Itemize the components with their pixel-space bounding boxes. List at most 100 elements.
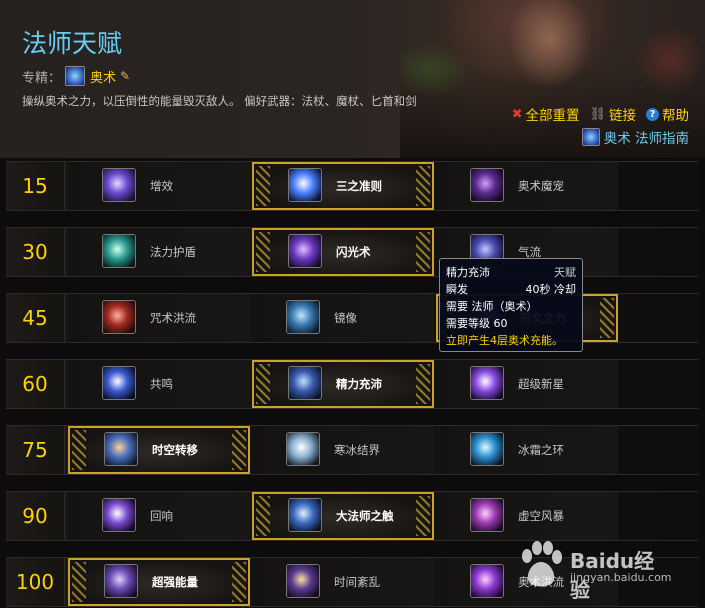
talent-cell[interactable]: 增效 [68,162,250,210]
header-actions: ✖ 全部重置 ⛓ 链接 ? 帮助 [502,104,689,125]
talent-tooltip: 精力充沛 天赋 瞬发 40秒 冷却 需要 法师（奥术） 需要等级 60 立即产生… [439,258,583,352]
talent-name: 回响 [150,509,173,523]
tooltip-header: 精力充沛 天赋 [446,264,576,281]
talent-cell[interactable]: 精力充沛 [252,360,434,408]
guide-label: 奥术 法师指南 [603,131,689,147]
tooltip-cast: 瞬发 [446,283,468,296]
talent-cell[interactable]: 冰霜之环 [436,426,618,474]
talent-row-level: 30 [6,228,65,276]
close-icon: ✖ [511,106,523,122]
incanters-flow-icon [102,300,136,334]
nether-tempest-icon [470,498,504,532]
tooltip-talent-name: 精力充沛 [446,266,490,279]
talent-name: 精力充沛 [336,377,382,391]
shimmer-icon [288,234,322,268]
talent-cell[interactable]: 虚空风暴 [436,492,618,540]
spec-row: 专精： 奥术 ✎ [22,66,130,86]
talent-name: 超强能量 [152,575,198,589]
tooltip-class-req: 需要 法师（奥术） [446,298,576,315]
talent-cell[interactable]: 奥术魔宠 [436,162,618,210]
tooltip-effect: 立即产生4层奥术充能。 [446,334,563,347]
temporal-flux-icon [286,564,320,598]
help-label: 帮助 [662,108,689,124]
talent-row: 15 增效 三之准则 奥术魔宠 [6,161,699,211]
talent-name: 大法师之触 [336,509,394,523]
reset-all-label: 全部重置 [525,108,580,124]
talent-cell[interactable]: 回响 [68,492,250,540]
evocation-icon [102,168,136,202]
talent-name: 增效 [150,179,173,193]
spec-description: 操纵奥术之力，以压倒性的能量毁灭敌人。 偏好武器：法杖、魔杖、匕首和剑 [22,94,417,108]
talent-cell[interactable]: 共鸣 [68,360,250,408]
talent-name: 时空转移 [152,443,198,457]
talent-row-level: 75 [6,426,65,474]
talent-row-level: 100 [6,558,65,606]
edit-quill-icon[interactable]: ✎ [120,69,130,83]
talent-name: 虚空风暴 [518,509,564,523]
talent-cell[interactable]: 时间紊乱 [252,558,434,606]
talent-name: 咒术洪流 [150,311,196,325]
talent-name: 共鸣 [150,377,173,391]
baidu-watermark: Baidu经验 jingyan.baidu.com [515,540,672,602]
help-button[interactable]: ? 帮助 [646,104,689,124]
tooltip-requires-level: 需要等级 60 [446,317,508,330]
tooltip-requires-class: 需要 法师（奥术） [446,300,538,313]
talent-cell[interactable]: 超级新星 [436,360,618,408]
reset-all-button[interactable]: ✖ 全部重置 [511,104,580,125]
tooltip-talent-type: 天赋 [554,266,576,279]
page-header: 法师天赋 专精： 奥术 ✎ 操纵奥术之力，以压倒性的能量毁灭敌人。 偏好武器：法… [0,0,705,158]
talent-row: 90 回响 大法师之触 虚空风暴 [6,491,699,541]
talent-row: 60 共鸣 精力充沛 超级新星 [6,359,699,409]
arcane-familiar-icon [470,168,504,202]
talent-cell[interactable]: 大法师之触 [252,492,434,540]
charged-up-icon [288,366,322,400]
rule-of-threes-icon [288,168,322,202]
arcane-spec-icon[interactable] [65,66,86,86]
spec-label: 专精： [22,70,62,86]
talent-cell[interactable]: 法力护盾 [68,228,250,276]
talent-cell[interactable]: 闪光术 [252,228,434,276]
tooltip-cast-row: 瞬发 40秒 冷却 [446,281,576,298]
talent-cell[interactable]: 咒术洪流 [68,294,250,342]
talent-name: 超级新星 [518,377,564,391]
talent-name: 时间紊乱 [334,575,380,589]
talent-name: 闪光术 [336,245,371,259]
ice-ward-icon [286,432,320,466]
arcane-orb-icon [470,564,504,598]
talent-cell[interactable]: 镜像 [252,294,434,342]
talent-row-level: 45 [6,294,65,342]
spec-name[interactable]: 奥术 [90,67,116,86]
arcane-spec-icon [581,128,600,146]
talent-name: 镜像 [334,311,357,325]
talent-cell[interactable]: 时空转移 [68,426,250,474]
baidu-paw-icon [522,541,562,587]
talent-name: 寒冰结界 [334,443,380,457]
talent-row: 45咒术洪流镜像符文之力 [6,293,699,343]
page-title: 法师天赋 [22,29,123,58]
chain-link-icon: ⛓ [589,106,606,122]
talent-name: 冰霜之环 [518,443,564,457]
overpowered-icon [104,564,138,598]
mana-shield-icon [102,234,136,268]
talent-cell[interactable]: 三之准则 [252,162,434,210]
link-button[interactable]: ⛓ 链接 [589,104,636,125]
link-label: 链接 [609,108,636,124]
talent-row: 30 法力护盾 闪光术 气流 [6,227,699,277]
mirror-image-icon [286,300,320,334]
talent-name: 三之准则 [336,179,382,193]
tooltip-level-req: 需要等级 60 [446,315,576,332]
talent-cell[interactable]: 超强能量 [68,558,250,606]
help-icon: ? [646,107,659,121]
mage-guide-link[interactable]: 奥术 法师指南 [578,127,689,147]
talent-row-level: 60 [6,360,65,408]
tooltip-cooldown: 40秒 冷却 [525,283,577,296]
talent-row-level: 15 [6,162,65,210]
talent-name: 奥术魔宠 [518,179,564,193]
touch-of-the-magi-icon [288,498,322,532]
talent-row-level: 90 [6,492,65,540]
talent-row: 75 时空转移 寒冰结界 冰霜之环 [6,425,699,475]
talent-cell[interactable]: 寒冰结界 [252,426,434,474]
reverberate-icon [102,498,136,532]
supernova-icon [470,366,504,400]
watermark-url: jingyan.baidu.com [570,571,672,584]
